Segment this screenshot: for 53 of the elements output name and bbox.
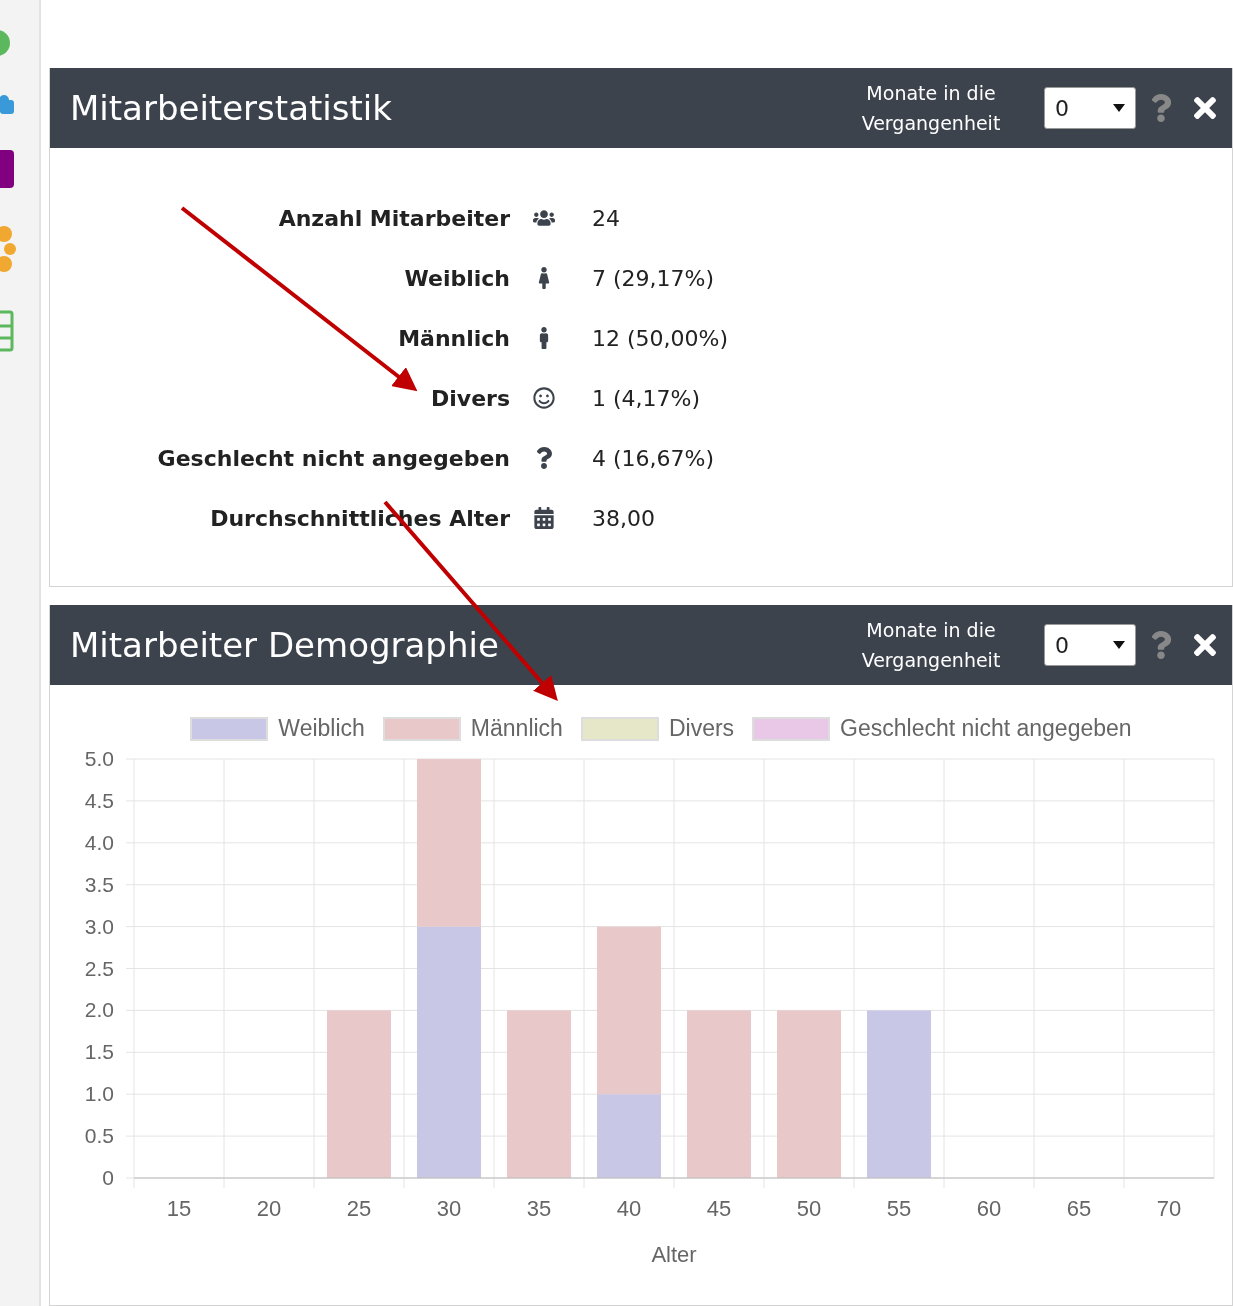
x-axis-title: Alter	[651, 1242, 697, 1267]
stat-value: 38,00	[591, 505, 656, 531]
stat-label: Weiblich	[403, 265, 510, 291]
y-tick-label: 1.0	[84, 1082, 114, 1106]
x-tick-label: 25	[346, 1196, 372, 1221]
stat-label: Divers	[430, 385, 510, 411]
x-tick-label: 60	[976, 1196, 1002, 1221]
x-tick-label: 40	[616, 1196, 642, 1221]
panel-title: Mitarbeiter Demographie	[70, 625, 500, 665]
x-tick-label: 55	[886, 1196, 912, 1221]
table-icon[interactable]	[0, 310, 14, 352]
months-label: Monate in die Vergangenheit	[860, 81, 1002, 136]
stat-value: 24	[591, 205, 621, 231]
stat-value: 1 (4,17%)	[591, 385, 702, 411]
legend-label[interactable]: Geschlecht nicht angegeben	[840, 715, 1132, 742]
y-tick-label: 4.5	[84, 788, 114, 812]
y-tick-label: 0	[102, 1166, 114, 1189]
x-tick-label: 30	[436, 1196, 462, 1221]
y-tick-label: 2.0	[84, 998, 114, 1022]
flower-icon[interactable]	[0, 224, 16, 274]
y-tick-label: 0.5	[84, 1124, 114, 1148]
stat-value: 4 (16,67%)	[591, 445, 716, 471]
y-tick-label: 1.5	[84, 1040, 114, 1064]
legend-label[interactable]: Männlich	[470, 715, 563, 742]
y-tick-label: 2.5	[84, 956, 114, 980]
y-tick-label: 4.0	[84, 830, 114, 854]
stat-label: Anzahl Mitarbeiter	[277, 205, 510, 231]
x-tick-label: 45	[706, 1196, 732, 1221]
x-tick-label: 65	[1066, 1196, 1092, 1221]
x-tick-label: 15	[166, 1196, 192, 1221]
users-icon	[533, 207, 555, 229]
y-tick-label: 3.0	[84, 914, 114, 938]
panel-title: Mitarbeiterstatistik	[70, 88, 393, 128]
caret-icon	[1113, 641, 1125, 649]
x-tick-label: 20	[256, 1196, 282, 1221]
stat-label: Männlich	[397, 325, 510, 351]
calendar-icon	[533, 507, 555, 529]
smiley-icon	[533, 387, 555, 409]
stat-value: 7 (29,17%)	[591, 265, 716, 291]
months-select[interactable]: 0	[1044, 87, 1136, 129]
y-tick-label: 3.5	[84, 872, 114, 896]
caret-icon	[1113, 104, 1125, 112]
months-select[interactable]: 0	[1044, 624, 1136, 666]
x-tick-label: 35	[526, 1196, 552, 1221]
cloud-icon[interactable]	[0, 92, 14, 114]
stat-label: Geschlecht nicht angegeben	[156, 445, 510, 471]
x-tick-label: 50	[796, 1196, 822, 1221]
legend-label[interactable]: Divers	[668, 715, 735, 742]
months-label: Monate in die Vergangenheit	[860, 618, 1002, 673]
stat-value: 12 (50,00%)	[591, 325, 730, 351]
legend-label[interactable]: Weiblich	[278, 715, 365, 742]
y-tick-label: 5.0	[84, 747, 114, 770]
x-tick-label: 70	[1156, 1196, 1182, 1221]
